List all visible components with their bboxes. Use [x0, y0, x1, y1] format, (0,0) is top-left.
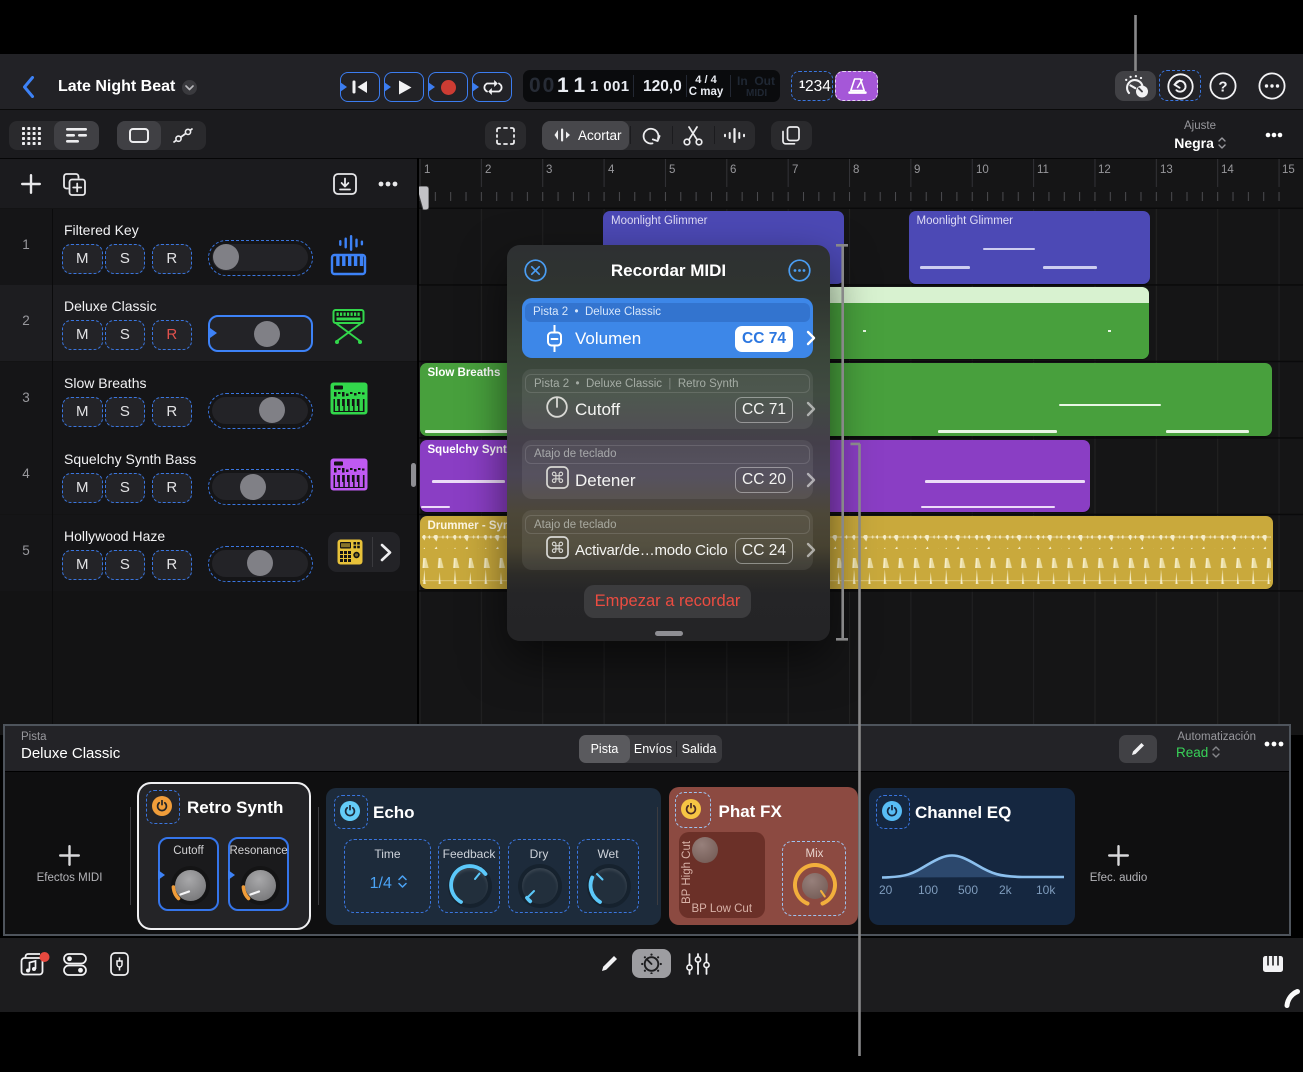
svg-text:2: 2	[485, 164, 491, 176]
svg-text:12: 12	[1098, 164, 1111, 176]
svg-text:⌘: ⌘	[550, 469, 565, 486]
svg-text:3: 3	[546, 164, 552, 176]
svg-text:13: 13	[1160, 164, 1173, 176]
svg-text:5: 5	[669, 164, 675, 176]
svg-text:8: 8	[853, 164, 859, 176]
svg-text:10: 10	[976, 164, 989, 176]
svg-text:9: 9	[914, 164, 920, 176]
svg-text:?: ?	[1218, 79, 1227, 96]
svg-text:15: 15	[1282, 164, 1295, 176]
svg-text:6: 6	[730, 164, 736, 176]
svg-text:7: 7	[792, 164, 798, 176]
svg-text:14: 14	[1221, 164, 1234, 176]
svg-text:4: 4	[608, 164, 615, 176]
svg-text:1: 1	[424, 164, 430, 176]
svg-text:⌘: ⌘	[550, 540, 565, 557]
svg-text:11: 11	[1037, 164, 1049, 176]
